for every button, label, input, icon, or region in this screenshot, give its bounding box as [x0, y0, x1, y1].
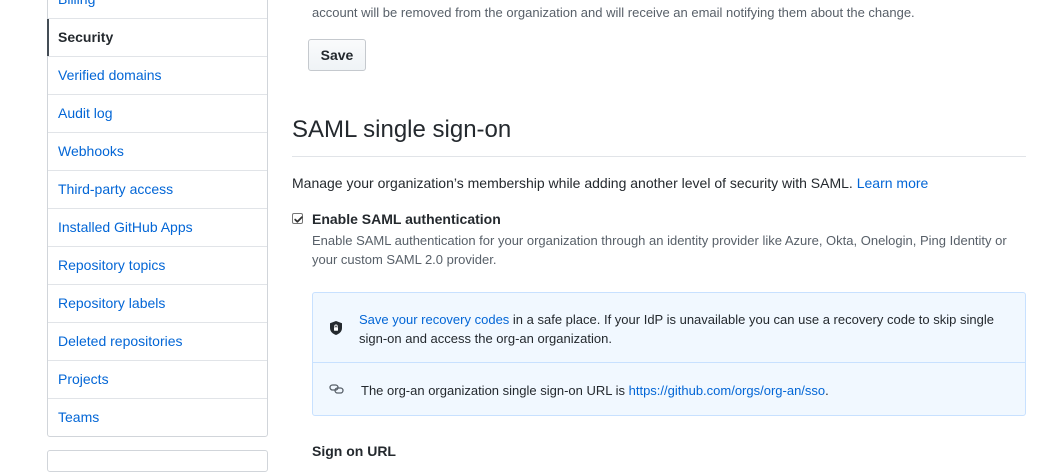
sidebar-item-teams[interactable]: Teams [48, 399, 267, 436]
sidebar-item-installed-github-apps[interactable]: Installed GitHub Apps [48, 209, 267, 247]
link-icon [329, 384, 344, 394]
saml-info-box: Save your recovery codes in a safe place… [312, 292, 1026, 416]
learn-more-link[interactable]: Learn more [857, 175, 929, 191]
settings-sidebar: Billing Security Verified domains Audit … [47, 0, 268, 437]
sidebar-item-audit-log[interactable]: Audit log [48, 95, 267, 133]
sidebar-item-deleted-repositories[interactable]: Deleted repositories [48, 323, 267, 361]
recovery-codes-link[interactable]: Save your recovery codes [359, 312, 509, 327]
recovery-codes-row: Save your recovery codes in a safe place… [313, 293, 1025, 363]
shield-lock-icon [330, 321, 342, 335]
saml-section-title: SAML single sign-on [292, 116, 512, 143]
sidebar-item-security[interactable]: Security [47, 19, 267, 57]
sso-url-link[interactable]: https://github.com/orgs/org-an/sso [629, 383, 826, 398]
secondary-sidebar-box [47, 450, 268, 472]
sso-url-suffix: . [825, 383, 829, 398]
sidebar-item-webhooks[interactable]: Webhooks [48, 133, 267, 171]
sidebar-item-repository-topics[interactable]: Repository topics [48, 247, 267, 285]
sso-url-row: The org-an organization single sign-on U… [313, 363, 1025, 415]
sidebar-item-third-party-access[interactable]: Third-party access [48, 171, 267, 209]
sso-url-text: The org-an organization single sign-on U… [361, 383, 829, 398]
sidebar-item-repository-labels[interactable]: Repository labels [48, 285, 267, 323]
enable-saml-description: Enable SAML authentication for your orga… [312, 233, 1007, 267]
sidebar-item-verified-domains[interactable]: Verified domains [48, 57, 267, 95]
check-icon [294, 216, 303, 223]
recovery-codes-text: Save your recovery codes in a safe place… [359, 310, 1009, 348]
saml-intro: Manage your organization’s membership wh… [292, 175, 928, 191]
sidebar-item-projects[interactable]: Projects [48, 361, 267, 399]
sso-url-prefix: The org-an organization single sign-on U… [361, 383, 629, 398]
enable-saml-label[interactable]: Enable SAML authentication [312, 211, 501, 227]
sidebar-item-billing[interactable]: Billing [48, 0, 267, 19]
saml-intro-text: Manage your organization’s membership wh… [292, 175, 853, 191]
removal-note: account will be removed from the organiz… [312, 5, 915, 20]
enable-saml-checkbox[interactable] [292, 213, 303, 224]
save-button[interactable]: Save [308, 39, 366, 71]
section-divider [292, 156, 1026, 157]
